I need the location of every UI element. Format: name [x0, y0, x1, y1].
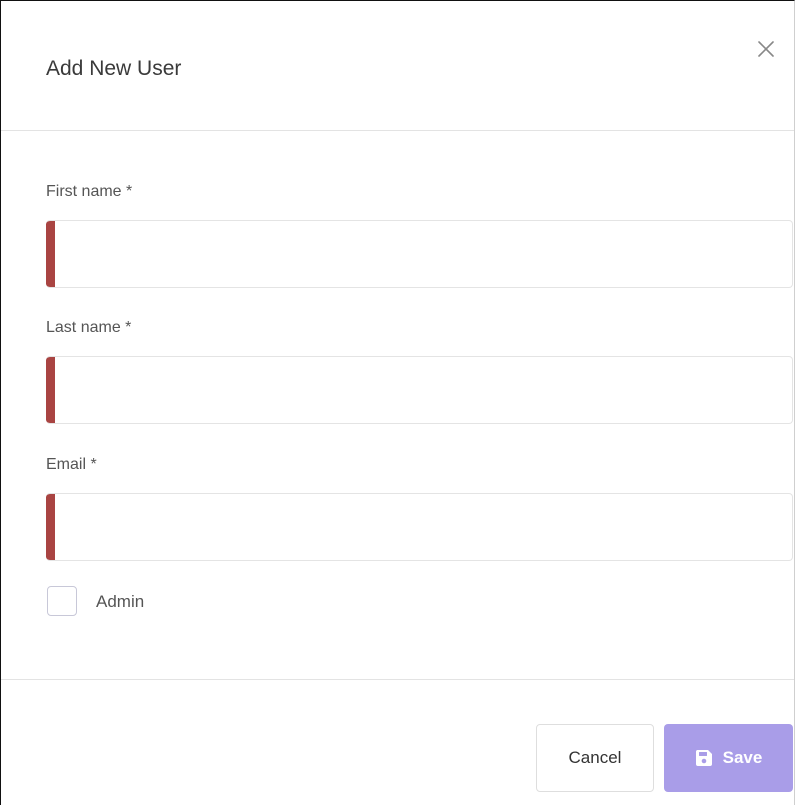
first-name-field[interactable] — [46, 220, 793, 288]
first-name-input[interactable] — [60, 221, 792, 287]
admin-checkbox[interactable] — [47, 586, 77, 616]
invalid-indicator — [46, 221, 55, 287]
cancel-button-label: Cancel — [568, 748, 622, 767]
first-name-label: First name * — [46, 183, 133, 200]
invalid-indicator — [46, 357, 55, 423]
dialog-title: Add New User — [46, 57, 182, 80]
last-name-input[interactable] — [60, 357, 792, 423]
close-button[interactable] — [754, 37, 778, 61]
email-input[interactable] — [60, 494, 792, 560]
last-name-field[interactable] — [46, 356, 793, 424]
email-label: Email * — [46, 456, 97, 473]
dialog-header: Add New User — [1, 1, 794, 131]
admin-checkbox-label: Admin — [96, 592, 145, 611]
email-field[interactable] — [46, 493, 793, 561]
cancel-button[interactable]: Cancel — [536, 724, 654, 792]
dialog-footer: Cancel Save — [1, 679, 794, 806]
close-icon — [758, 41, 774, 57]
last-name-label: Last name * — [46, 319, 132, 336]
invalid-indicator — [46, 494, 55, 560]
floppy-disk-icon — [695, 750, 712, 766]
save-button-label: Save — [722, 748, 763, 767]
add-user-dialog: Add New User First name * Last name * Em… — [0, 0, 795, 805]
save-button[interactable]: Save — [664, 724, 793, 792]
